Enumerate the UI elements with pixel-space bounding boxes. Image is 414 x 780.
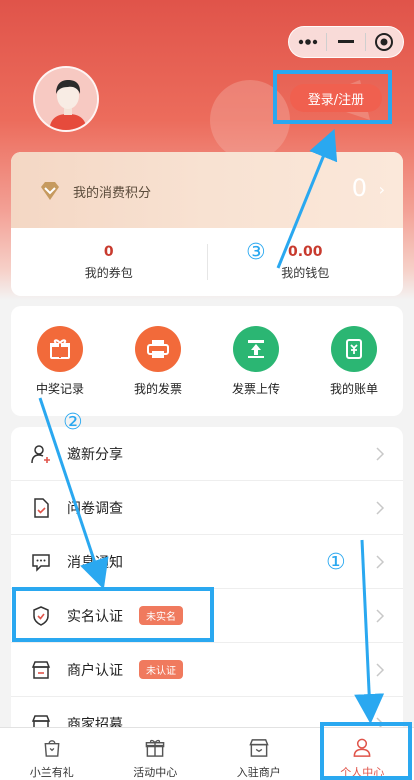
annotation-number-three: ③ bbox=[246, 240, 266, 265]
tab-label: 个人中心 bbox=[340, 766, 385, 779]
coupon-count: 0 bbox=[103, 243, 114, 260]
tab-label: 入驻商户 bbox=[236, 766, 281, 779]
menu-item-real-name-verification[interactable]: 实名认证 未实名 bbox=[11, 589, 403, 643]
points-stats: 0 我的券包 0.00 我的钱包 bbox=[11, 228, 403, 296]
gift-box-icon bbox=[145, 739, 165, 757]
quick-action-my-invoices[interactable]: 我的发票 bbox=[109, 326, 207, 416]
wallet-balance: 0.00 bbox=[287, 243, 323, 260]
coupon-pack[interactable]: 0 我的券包 bbox=[11, 244, 207, 281]
points-label: 我的消费积分 bbox=[73, 186, 152, 201]
annotation-number-two: ② bbox=[63, 410, 83, 435]
quick-action-invoice-upload[interactable]: 发票上传 bbox=[207, 326, 305, 416]
quick-action-label: 我的发票 bbox=[133, 382, 182, 396]
avatar[interactable] bbox=[33, 66, 99, 132]
chevron-right-icon: › bbox=[378, 180, 385, 199]
tab-label: 活动中心 bbox=[133, 766, 178, 779]
status-badge: 未认证 bbox=[139, 660, 183, 679]
shop-icon bbox=[249, 739, 269, 757]
minimize-icon[interactable] bbox=[327, 27, 364, 57]
chevron-right-icon bbox=[376, 447, 385, 461]
quick-action-my-bills[interactable]: 我的账单 bbox=[305, 326, 403, 416]
annotation-number-one: ① bbox=[326, 550, 346, 575]
menu-item-label: 商户认证 bbox=[67, 662, 123, 679]
menu-item-invite-share[interactable]: 邀新分享 bbox=[11, 427, 403, 481]
quick-action-label: 发票上传 bbox=[231, 382, 280, 396]
close-target-icon[interactable] bbox=[366, 27, 403, 57]
upload-icon bbox=[233, 326, 279, 372]
wallet[interactable]: 0.00 我的钱包 bbox=[208, 244, 404, 281]
tab-bar: 小兰有礼 活动中心 入驻商户 个人中心 bbox=[0, 727, 414, 780]
document-check-icon bbox=[31, 497, 51, 518]
printer-icon bbox=[135, 326, 181, 372]
status-badge: 未实名 bbox=[139, 606, 183, 625]
points-card: 我的消费积分 0 › 0 我的券包 0.00 我的钱包 bbox=[11, 152, 403, 296]
bill-icon bbox=[331, 326, 377, 372]
coupon-label: 我的券包 bbox=[84, 265, 133, 280]
chevron-right-icon bbox=[376, 609, 385, 623]
menu-list: 邀新分享 问卷调查 消息通知 实名认证 未实名 商户认证 未认证 商家招募 bbox=[11, 427, 403, 737]
menu-item-survey[interactable]: 问卷调查 bbox=[11, 481, 403, 535]
tab-activity-center[interactable]: 活动中心 bbox=[104, 728, 208, 780]
chevron-right-icon bbox=[376, 501, 385, 515]
chevron-right-icon bbox=[376, 663, 385, 677]
chevron-right-icon bbox=[376, 555, 385, 569]
user-plus-icon bbox=[31, 444, 51, 464]
tab-xiaolan-gifts[interactable]: 小兰有礼 bbox=[0, 728, 104, 780]
bag-icon bbox=[44, 740, 60, 757]
shield-icon bbox=[31, 605, 51, 626]
message-icon bbox=[31, 552, 51, 572]
menu-item-label: 问卷调查 bbox=[67, 500, 123, 517]
diamond-icon bbox=[41, 182, 59, 200]
quick-action-prize-records[interactable]: 中奖记录 bbox=[11, 326, 109, 416]
store-icon bbox=[31, 660, 51, 680]
person-icon bbox=[353, 738, 371, 757]
menu-item-label: 邀新分享 bbox=[67, 446, 123, 463]
quick-action-label: 我的账单 bbox=[329, 382, 378, 396]
mini-program-capsule bbox=[288, 26, 404, 58]
menu-item-label: 实名认证 bbox=[67, 608, 123, 625]
quick-action-label: 中奖记录 bbox=[35, 382, 84, 396]
menu-item-label: 消息通知 bbox=[67, 554, 123, 571]
tab-label: 小兰有礼 bbox=[29, 766, 74, 779]
tab-personal-center[interactable]: 个人中心 bbox=[311, 728, 414, 780]
points-summary[interactable]: 我的消费积分 0 › bbox=[11, 152, 403, 228]
more-icon[interactable] bbox=[289, 27, 326, 57]
login-register-button[interactable]: 登录/注册 bbox=[290, 84, 382, 112]
menu-item-merchant-verification[interactable]: 商户认证 未认证 bbox=[11, 643, 403, 697]
wallet-label: 我的钱包 bbox=[281, 265, 330, 280]
points-value: 0 bbox=[351, 174, 367, 202]
tab-resident-merchants[interactable]: 入驻商户 bbox=[207, 728, 311, 780]
quick-actions: 中奖记录 我的发票 发票上传 我的账单 bbox=[11, 306, 403, 416]
gift-icon bbox=[37, 326, 83, 372]
